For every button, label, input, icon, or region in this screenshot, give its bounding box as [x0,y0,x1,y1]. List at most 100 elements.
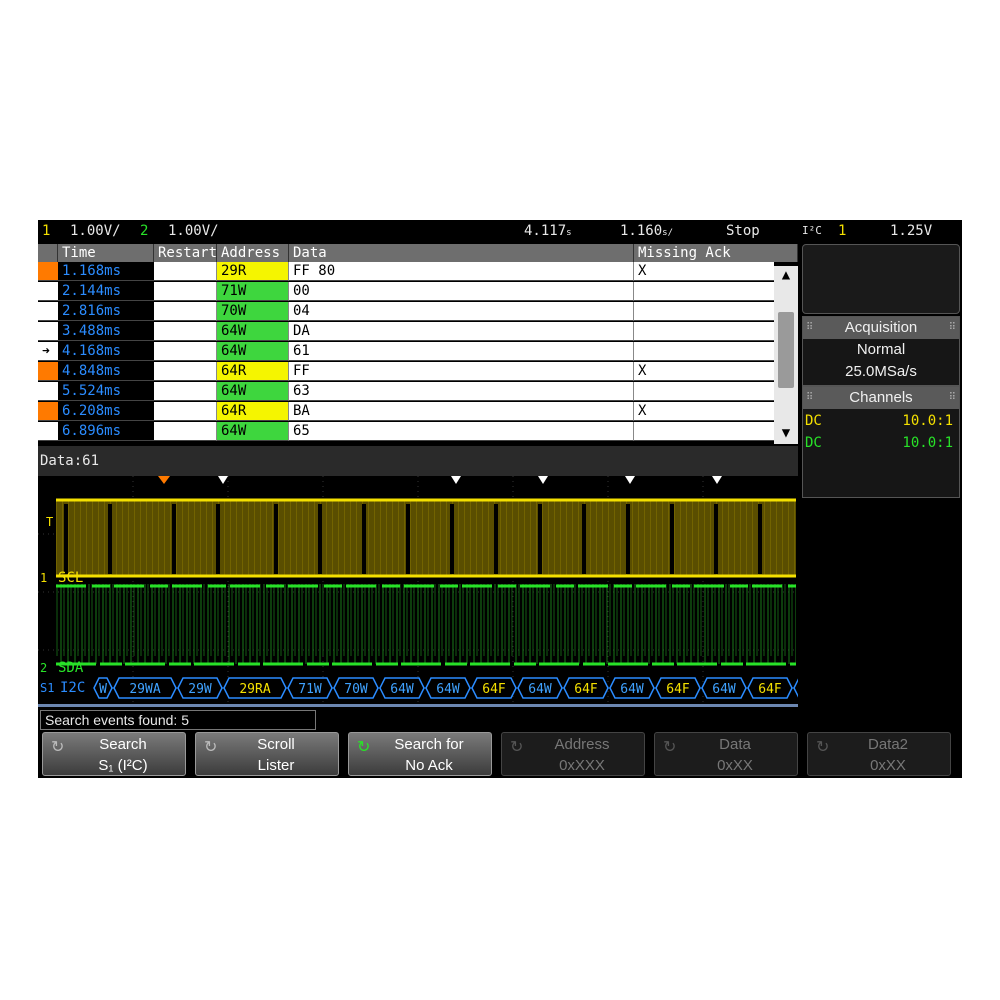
decode-packet[interactable]: 70W [333,677,379,699]
decode-packet-label: 64W [436,682,460,697]
decode-packet[interactable]: 64W [517,677,563,699]
decode-packet[interactable]: W [93,677,113,699]
decode-packet[interactable]: 64W [609,677,655,699]
lister-scroll-thumb[interactable] [778,312,794,388]
channel-2-row: DC 10.0:1 [805,435,957,451]
decode-packet-label: 70W [344,682,368,697]
decode-packet[interactable]: 29RA [223,677,287,699]
decode-packet-label: 64F [574,682,598,697]
softkey-2[interactable]: ↻ Scroll Lister [195,732,339,776]
restart-cell [154,362,217,381]
restart-cell [154,322,217,341]
trigger-type[interactable]: I²C [802,220,822,242]
trigger-level[interactable]: 1.25V [890,220,932,242]
decode-packet[interactable]: 71W [287,677,333,699]
timebase-value: 1.160 [620,223,663,239]
table-row[interactable]: ➜ 4.168ms 64W 61 [38,342,798,362]
channel-1-probe: 10.0:1 [902,413,953,429]
row-marker [38,302,58,321]
scl-trace [56,498,796,578]
missing-ack-cell: X [634,262,774,281]
rotate-icon: ↻ [510,739,524,756]
softkey-value: 0xXX [717,757,753,774]
softkey-3[interactable]: ↻ Search for No Ack [348,732,492,776]
decode-packet[interactable]: 64F [563,677,609,699]
event-marker-icon[interactable] [712,476,722,484]
col-header-restart[interactable]: Restart [154,244,217,262]
scroll-down-arrow-icon[interactable]: ▼ [774,424,798,442]
softkey-value: S₁ (I²C) [98,757,148,774]
table-row[interactable]: 6.208ms 64R BA X [38,402,798,422]
decode-packet[interactable]: 64W [425,677,471,699]
table-row[interactable]: 2.816ms 70W 04 [38,302,798,322]
decode-packet[interactable]: 29W [177,677,223,699]
data-cell: 63 [289,382,634,401]
ch1-number[interactable]: 1 [42,220,50,242]
rotate-green-icon: ↻ [357,739,371,756]
acquisition-mode: Normal [856,341,906,358]
event-marker-icon[interactable] [625,476,635,484]
decode-packet-label: 64F [666,682,690,697]
table-row[interactable]: 5.524ms 64W 63 [38,382,798,402]
decode-packet-label: 29RA [239,682,270,697]
softkey-6[interactable]: ↻ Data2 0xXX [807,732,951,776]
grip-icon[interactable]: ⠿ [806,387,813,409]
decode-packet[interactable]: 64W [701,677,747,699]
table-row[interactable]: 3.488ms 64W DA [38,322,798,342]
col-header-address[interactable]: Address [217,244,289,262]
col-header-missing-ack[interactable]: Missing Ack [634,244,798,262]
bus-label: I2C [60,680,85,696]
time-cell: 3.488ms [58,322,154,341]
event-marker-icon[interactable] [538,476,548,484]
rotate-icon: ↻ [816,739,830,756]
grip-icon[interactable]: ⠿ [949,317,956,339]
ch1-scale[interactable]: 1.00V/ [70,220,121,242]
table-row[interactable]: 1.168ms 29R FF 80 X [38,262,798,282]
search-marker-icon[interactable] [158,476,170,484]
ch1-ground-marker[interactable]: 1 [40,571,47,585]
acquisition-panel: Acquisition ⠿ ⠿ Normal 25.0MSa/s [802,316,960,386]
table-row[interactable]: 2.144ms 71W 00 [38,282,798,302]
softkey-5[interactable]: ↻ Data 0xXX [654,732,798,776]
softkey-4[interactable]: ↻ Address 0xXXX [501,732,645,776]
decode-packets: W 29WA 29W 29RA 71W 70W 64W 64W 64F 64W 64F 64W 64F 6… [93,677,839,699]
restart-cell [154,302,217,321]
col-header-data[interactable]: Data [289,244,634,262]
grip-icon[interactable]: ⠿ [806,317,813,339]
col-header-time[interactable]: Time [58,244,154,262]
missing-ack-cell [634,322,774,341]
softkey-label: Scroll [257,736,295,753]
waveform-svg: W 29WA 29W 29RA 71W 70W 64W 64W 64F 64W 64F 64W 64F 6… [38,476,839,708]
address-cell: 64W [217,342,289,361]
data-cell: FF 80 [289,262,634,281]
time-cell: 5.524ms [58,382,154,401]
time-offset[interactable]: 4.117s [524,220,572,244]
table-row[interactable]: 4.848ms 64R FF X [38,362,798,382]
decode-packet[interactable]: 64W [379,677,425,699]
trigger-source[interactable]: 1 [838,220,846,242]
scroll-up-arrow-icon[interactable]: ▲ [774,266,798,284]
decode-packet[interactable]: 64F [471,677,517,699]
restart-cell [154,422,217,441]
data-cell: 04 [289,302,634,321]
decode-packet[interactable]: 29WA [113,677,177,699]
serial-marker[interactable]: S1 [40,681,54,695]
address-cell: 70W [217,302,289,321]
decode-packet[interactable]: 64F [747,677,793,699]
time-cell: 6.896ms [58,422,154,441]
address-cell: 64R [217,402,289,421]
ch2-ground-marker[interactable]: 2 [40,661,47,675]
event-marker-icon[interactable] [218,476,228,484]
time-cell: 1.168ms [58,262,154,281]
grip-icon[interactable]: ⠿ [949,387,956,409]
decode-packet[interactable]: 70. [793,677,839,699]
table-row[interactable]: 6.896ms 64W 65 [38,422,798,442]
timebase[interactable]: 1.160s/ [620,220,673,244]
ch2-number[interactable]: 2 [140,220,148,242]
event-marker-icon[interactable] [451,476,461,484]
data-cell: 65 [289,422,634,441]
ch2-scale[interactable]: 1.00V/ [168,220,219,242]
decode-packet[interactable]: 64F [655,677,701,699]
softkey-1[interactable]: ↻ Search S₁ (I²C) [42,732,186,776]
decode-packet-label: 64W [390,682,414,697]
